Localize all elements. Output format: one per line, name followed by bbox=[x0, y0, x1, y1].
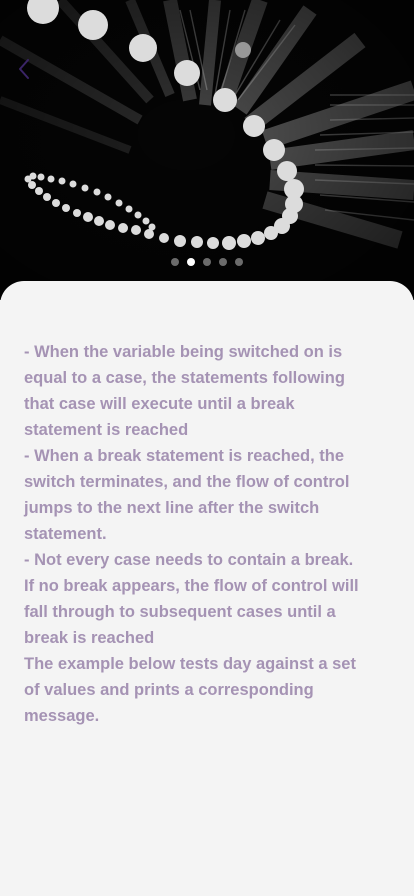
paragraph-fall-through: - Not every case needs to contain a brea… bbox=[24, 551, 359, 647]
chevron-left-icon[interactable] bbox=[14, 56, 36, 82]
carousel-dot[interactable] bbox=[171, 258, 179, 266]
paragraph-example-intro: The example below tests day against a se… bbox=[24, 655, 356, 725]
carousel-dot[interactable] bbox=[203, 258, 211, 266]
carousel-dot[interactable] bbox=[219, 258, 227, 266]
paragraph-switch-case: - When the variable being switched on is… bbox=[24, 343, 345, 439]
carousel-dot-active[interactable] bbox=[187, 258, 195, 266]
carousel-indicator bbox=[0, 258, 414, 266]
app-screen: - When the variable being switched on is… bbox=[0, 0, 414, 896]
lesson-text: - When the variable being switched on is… bbox=[24, 339, 364, 729]
spiral-building-photo bbox=[0, 0, 414, 300]
paragraph-break-statement: - When a break statement is reached, the… bbox=[24, 447, 350, 543]
hero-image bbox=[0, 0, 414, 300]
carousel-dot[interactable] bbox=[235, 258, 243, 266]
